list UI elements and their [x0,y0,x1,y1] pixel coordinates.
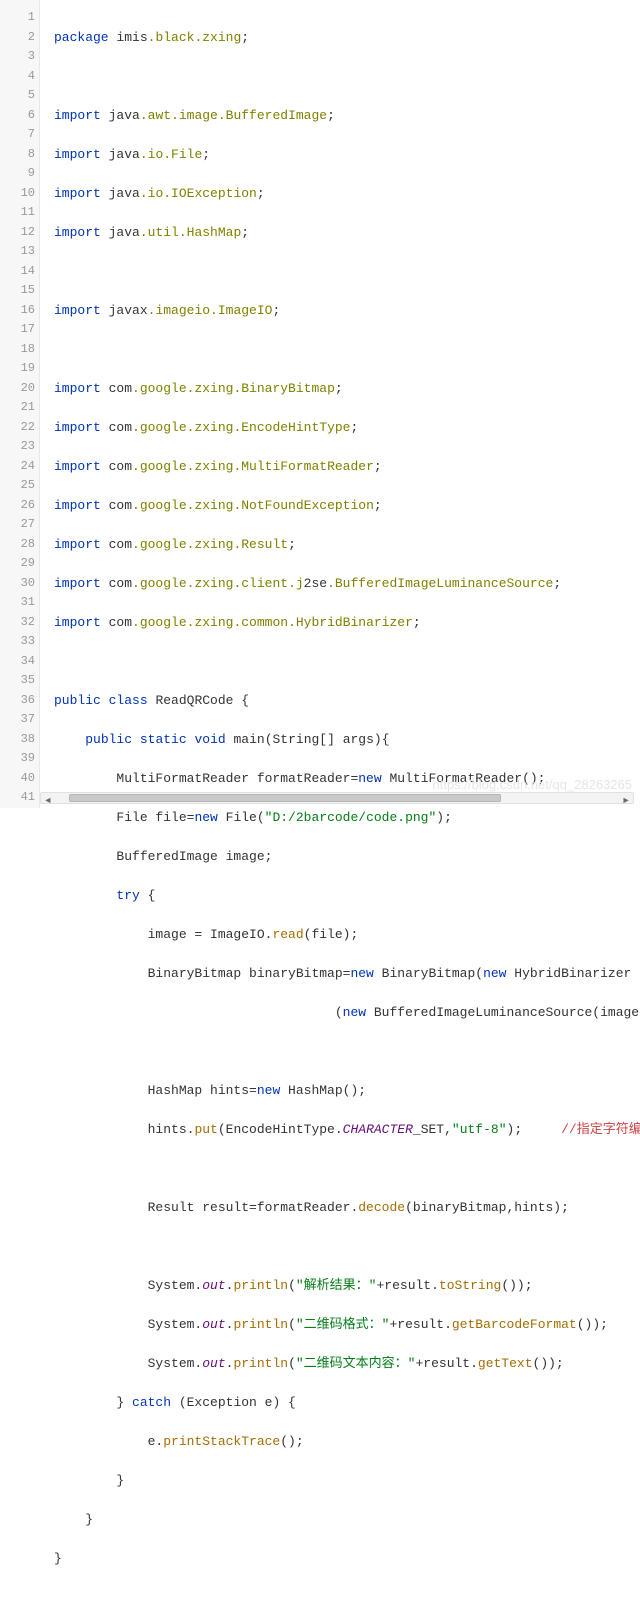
code-line: MultiFormatReader formatReader=new Multi… [54,769,640,789]
line-number: 21 [0,398,35,418]
line-number: 6 [0,106,35,126]
code-line: import javax.imageio.ImageIO; [54,301,640,321]
code-line: (new BufferedImageLuminanceSource(image)… [54,1003,640,1023]
line-number: 26 [0,496,35,516]
line-number: 36 [0,691,35,711]
code-line: public class ReadQRCode { [54,691,640,711]
code-line: import java.io.File; [54,145,640,165]
line-gutter: 1 2 3 4 5 6 7 8 9 10 11 12 13 14 15 16 1… [0,0,40,808]
code-line: image = ImageIO.read(file); [54,925,640,945]
line-number: 13 [0,242,35,262]
code-line: hints.put(EncodeHintType.CHARACTER_SET,"… [54,1120,640,1140]
line-number: 14 [0,262,35,282]
code-line: try { [54,886,640,906]
code-line: import com.google.zxing.EncodeHintType; [54,418,640,438]
code-line: Result result=formatReader.decode(binary… [54,1198,640,1218]
line-number: 22 [0,418,35,438]
line-number: 32 [0,613,35,633]
horizontal-scrollbar[interactable]: ◄ ► [40,792,634,804]
line-number: 7 [0,125,35,145]
scrollbar-thumb[interactable] [69,794,501,802]
line-number: 34 [0,652,35,672]
line-number: 31 [0,593,35,613]
code-line: System.out.println("二维码格式："+result.getBa… [54,1315,640,1335]
code-line: e.printStackTrace(); [54,1432,640,1452]
scroll-right-icon[interactable]: ► [621,792,631,812]
code-line: public static void main(String[] args){ [54,730,640,750]
line-number: 17 [0,320,35,340]
code-line: package imis.black.zxing; [54,28,640,48]
code-line: BufferedImage image; [54,847,640,867]
line-number: 24 [0,457,35,477]
line-number: 41 [0,788,35,808]
code-line: import java.util.HashMap; [54,223,640,243]
line-number: 23 [0,437,35,457]
line-number: 18 [0,340,35,360]
code-line: import com.google.zxing.client.j2se.Buff… [54,574,640,594]
code-line: import com.google.zxing.MultiFormatReade… [54,457,640,477]
line-number: 25 [0,476,35,496]
code-line: } [54,1471,640,1491]
line-number: 4 [0,67,35,87]
line-number: 39 [0,749,35,769]
code-line: import java.awt.image.BufferedImage; [54,106,640,126]
line-number: 33 [0,632,35,652]
line-number: 2 [0,28,35,48]
line-number: 37 [0,710,35,730]
line-number: 15 [0,281,35,301]
line-number: 27 [0,515,35,535]
code-line: File file=new File("D:/2barcode/code.png… [54,808,640,828]
line-number: 16 [0,301,35,321]
line-number: 12 [0,223,35,243]
code-line: } [54,1549,640,1569]
code-line: import com.google.zxing.Result; [54,535,640,555]
line-number: 3 [0,47,35,67]
line-number: 35 [0,671,35,691]
line-number: 11 [0,203,35,223]
code-line: } catch (Exception e) { [54,1393,640,1413]
line-number: 8 [0,145,35,165]
code-line: import com.google.zxing.BinaryBitmap; [54,379,640,399]
code-line: import com.google.zxing.NotFoundExceptio… [54,496,640,516]
line-number: 9 [0,164,35,184]
code-line: } [54,1510,640,1530]
code-editor: 1 2 3 4 5 6 7 8 9 10 11 12 13 14 15 16 1… [0,0,640,808]
line-number: 19 [0,359,35,379]
line-number: 1 [0,8,35,28]
line-number: 29 [0,554,35,574]
line-number: 38 [0,730,35,750]
line-number: 20 [0,379,35,399]
code-line: BinaryBitmap binaryBitmap=new BinaryBitm… [54,964,640,984]
line-number: 5 [0,86,35,106]
line-number: 28 [0,535,35,555]
code-line: System.out.println("二维码文本内容："+result.get… [54,1354,640,1374]
line-number: 30 [0,574,35,594]
line-number: 40 [0,769,35,789]
line-number: 10 [0,184,35,204]
code-line: import com.google.zxing.common.HybridBin… [54,613,640,633]
code-line: import java.io.IOException; [54,184,640,204]
code-line: HashMap hints=new HashMap(); [54,1081,640,1101]
code-line: System.out.println("解析结果："+result.toStri… [54,1276,640,1296]
scroll-left-icon[interactable]: ◄ [43,792,53,812]
